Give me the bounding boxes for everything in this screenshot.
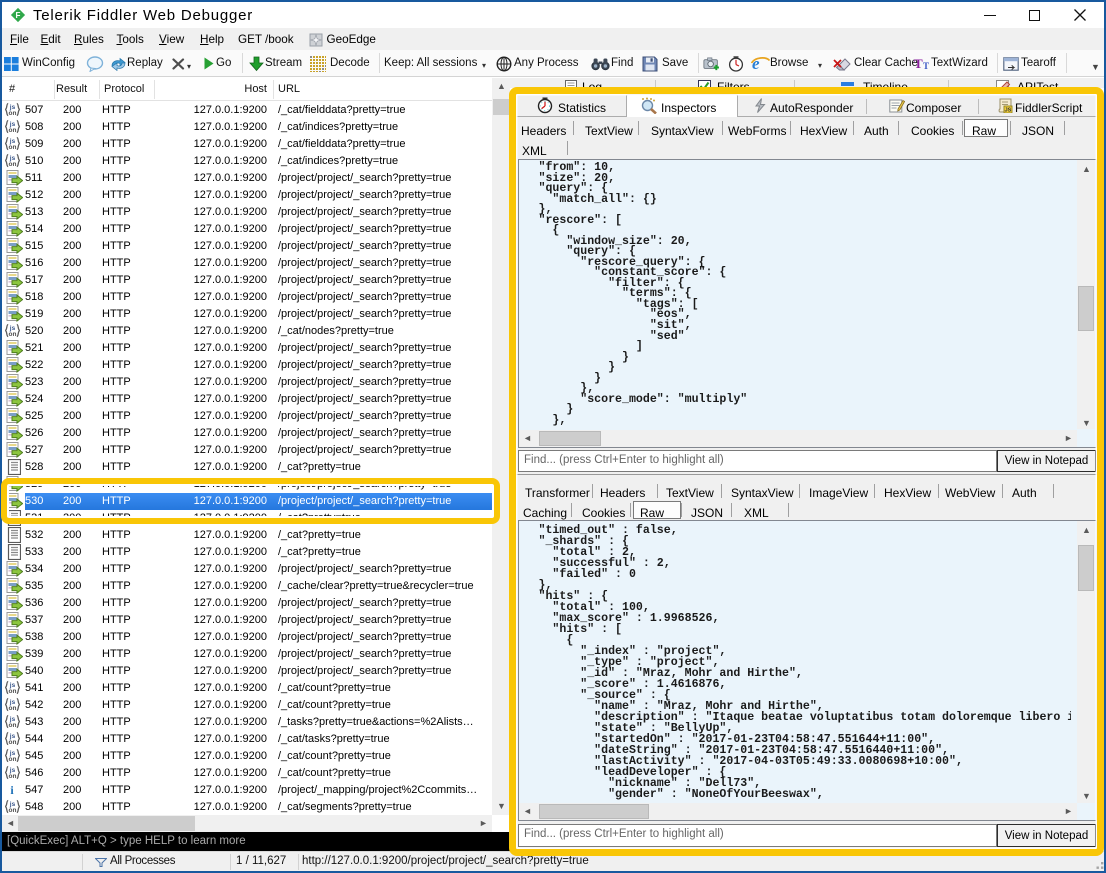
svg-text:on: on <box>9 722 17 729</box>
svg-text:on: on <box>9 144 17 151</box>
svg-text:i: i <box>10 783 14 796</box>
svg-text:on: on <box>9 739 17 746</box>
svg-text:on: on <box>9 756 17 763</box>
svg-text:on: on <box>9 688 17 695</box>
svg-text:on: on <box>9 110 17 117</box>
svg-text:on: on <box>9 773 17 780</box>
svg-text:on: on <box>9 331 17 338</box>
svg-text:on: on <box>9 127 17 134</box>
svg-text:on: on <box>9 705 17 712</box>
svg-text:JS: JS <box>1005 108 1012 113</box>
svg-text:on: on <box>9 807 17 814</box>
svg-text:F: F <box>16 11 21 20</box>
svg-text:on: on <box>9 161 17 168</box>
